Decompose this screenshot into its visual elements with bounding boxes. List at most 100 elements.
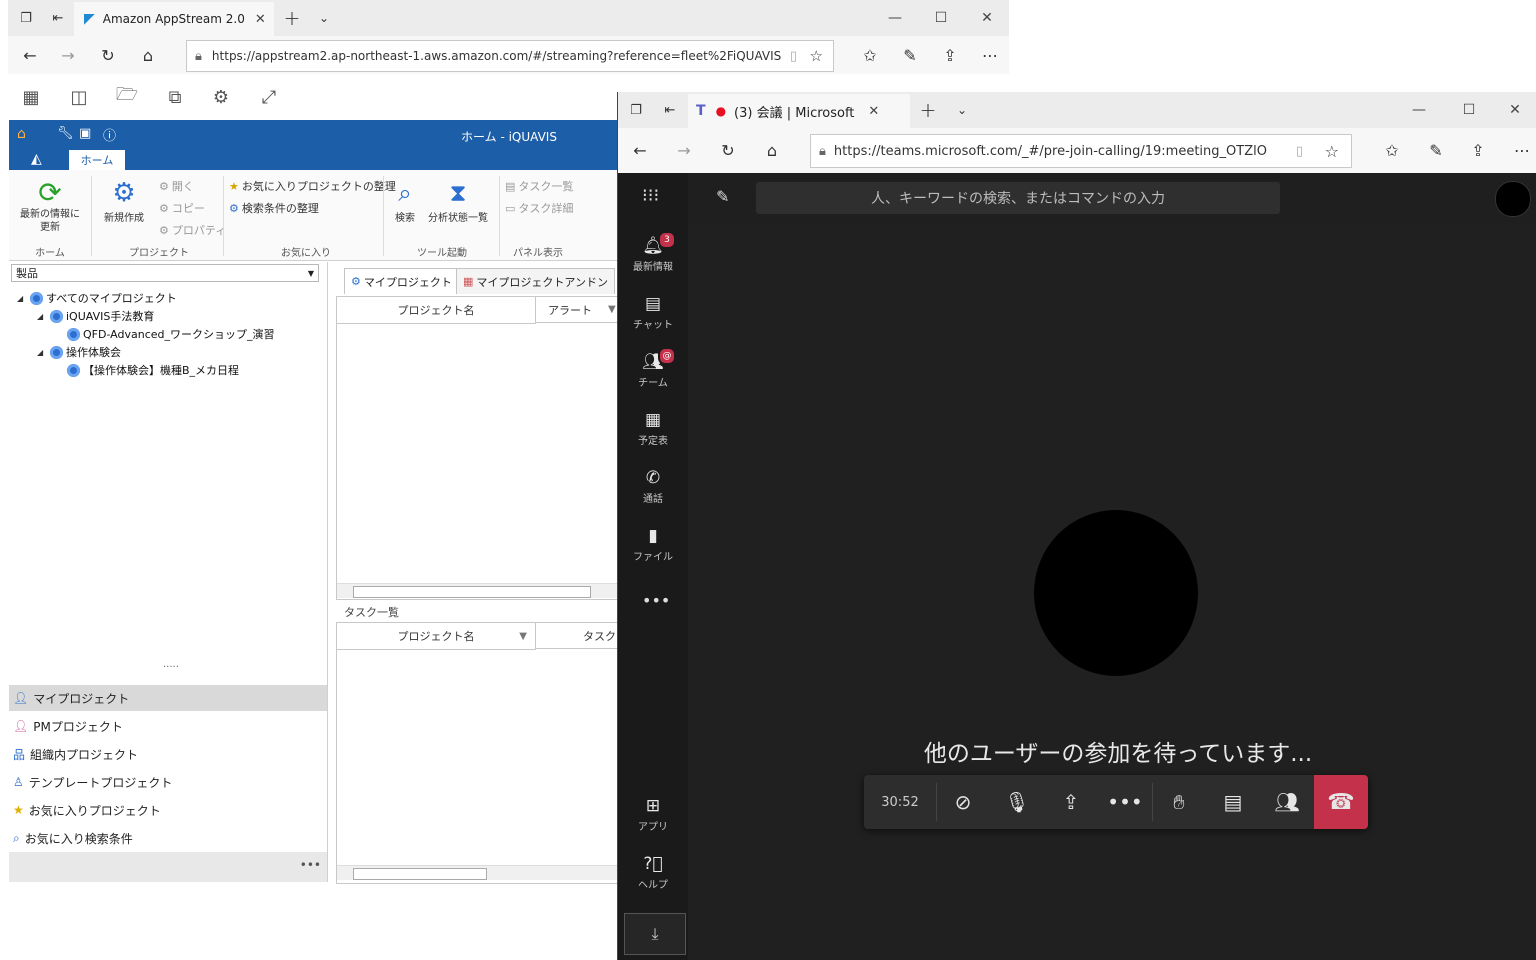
tab-aside-icon[interactable]: ⇤ <box>44 4 72 32</box>
task-list-button[interactable]: ▤ タスク一覧 <box>505 178 573 194</box>
more-apps-icon[interactable]: ••• <box>642 591 670 610</box>
open-button[interactable]: ⚙ 開く <box>159 178 194 194</box>
fav-projects-button[interactable]: ★ お気に入りプロジェクトの整理 <box>229 178 396 194</box>
home-icon[interactable]: ⌂ <box>17 126 26 142</box>
filter-icon[interactable]: ▼ <box>608 304 616 315</box>
more-icon[interactable]: ⋯ <box>1508 136 1536 164</box>
sidebar-item-calendar[interactable]: ▦ 予定表 <box>618 403 688 455</box>
fullscreen-icon[interactable]: ⤢ <box>256 84 282 110</box>
clipboard-icon[interactable]: ⧉ <box>162 84 188 110</box>
analysis-button[interactable]: ⧗ 分析状態一覧 <box>423 178 493 225</box>
forward-icon[interactable]: → <box>54 41 82 69</box>
col-project-name[interactable]: プロジェクト名 <box>337 297 536 324</box>
favorite-star-icon[interactable]: ☆ <box>810 47 823 65</box>
refresh-icon[interactable]: ↻ <box>714 136 742 164</box>
minimize-button[interactable]: — <box>872 0 918 36</box>
expand-icon[interactable]: ◢ <box>37 348 47 357</box>
sidebar-item-files[interactable]: ▮ ファイル <box>618 519 688 571</box>
sidebar-item-teams[interactable]: 👥︎ チーム @ <box>618 345 688 397</box>
new-tab-button[interactable]: + <box>914 96 942 124</box>
share-screen-button[interactable]: ⇪ <box>1044 775 1098 829</box>
back-icon[interactable]: ← <box>16 41 44 69</box>
maximize-button[interactable]: ☐ <box>1446 92 1492 128</box>
tab-my-project-andon[interactable]: ▦ マイプロジェクトアンドン <box>456 268 615 294</box>
expand-icon[interactable]: ◢ <box>17 294 27 303</box>
minimize-button[interactable]: — <box>1396 92 1442 128</box>
scroll-thumb[interactable] <box>353 868 487 880</box>
maximize-button[interactable]: ☐ <box>918 0 964 36</box>
reading-view-icon[interactable]: ▯ <box>1295 143 1303 159</box>
search-conditions-button[interactable]: ⚙ 検索条件の整理 <box>229 200 319 216</box>
forward-icon[interactable]: → <box>670 136 698 164</box>
mic-button[interactable]: 🎙︎ <box>990 775 1044 829</box>
close-icon[interactable]: ✕ <box>868 104 879 119</box>
scroll-thumb[interactable] <box>353 586 591 598</box>
horizontal-scrollbar[interactable] <box>337 865 618 880</box>
tab-aside-icon[interactable]: ⇤ <box>656 96 684 124</box>
folder-icon[interactable]: 🗁︎ <box>114 84 140 110</box>
settings-gear-icon[interactable]: ⚙ <box>208 84 234 110</box>
pen-icon[interactable]: ✎ <box>896 41 924 69</box>
tree-leaf[interactable]: 【操作体験会】機種B_メカ日程 <box>67 362 239 378</box>
nav-template-projects[interactable]: ♙ テンプレートプロジェクト <box>9 769 327 795</box>
share-icon[interactable]: ⇪ <box>936 41 964 69</box>
more-actions-button[interactable]: ••• <box>1098 775 1152 829</box>
col-task[interactable]: タスク <box>536 623 618 649</box>
filter-icon[interactable]: ▼ <box>519 631 527 642</box>
tab-appstream[interactable]: ◤ Amazon AppStream 2.0 ✕ <box>74 2 274 36</box>
raise-hand-button[interactable]: ✋︎ <box>1152 775 1206 829</box>
horizontal-scrollbar[interactable] <box>337 583 618 598</box>
col-alert[interactable]: アラート ▼ <box>536 297 618 323</box>
app-menu-icon[interactable]: ◭ <box>31 151 42 167</box>
nav-pm-projects[interactable]: 👤︎ PMプロジェクト <box>9 713 327 739</box>
nav-fav-search[interactable]: ⌕ お気に入り検索条件 <box>9 825 327 851</box>
category-combo[interactable]: 製品 ▼ <box>11 264 319 282</box>
home-icon[interactable]: ⌂ <box>134 41 162 69</box>
url-field[interactable]: 🔒︎ https://teams.microsoft.com/_#/pre-jo… <box>810 134 1352 168</box>
task-detail-button[interactable]: ▭ タスク詳細 <box>505 200 573 216</box>
nav-fav-projects[interactable]: ★ お気に入りプロジェクト <box>9 797 327 823</box>
sidebar-item-activity[interactable]: 🔔︎ 最新情報 3 <box>618 229 688 281</box>
tree-node[interactable]: ◢ iQUAVIS手法教育 <box>37 308 154 324</box>
splitter-grip-icon[interactable]: ····· <box>163 662 179 673</box>
tree-node[interactable]: ◢ 操作体験会 <box>37 344 121 360</box>
more-icon[interactable]: ⋯ <box>976 41 1004 69</box>
download-app-button[interactable]: ⤓ <box>624 913 686 955</box>
hang-up-button[interactable]: ☎ <box>1314 775 1368 829</box>
compose-icon[interactable]: ✎ <box>716 187 729 206</box>
property-button[interactable]: ⚙ プロパティ <box>159 222 226 238</box>
participants-button[interactable]: 👥︎ <box>1260 775 1314 829</box>
new-tab-button[interactable]: + <box>278 4 306 32</box>
refresh-icon[interactable]: ↻ <box>94 41 122 69</box>
tab-my-projects[interactable]: ⚙ マイプロジェクト <box>344 268 459 294</box>
help-icon[interactable]: ⓘ <box>103 125 116 144</box>
tree-root[interactable]: ◢ すべてのマイプロジェクト <box>17 290 177 306</box>
tools-icon[interactable]: 🔧︎ <box>57 126 74 141</box>
camera-off-button[interactable]: ⊘ <box>936 775 990 829</box>
close-window-button[interactable]: ✕ <box>964 0 1010 36</box>
col-project-name[interactable]: プロジェクト名 ▼ <box>337 623 536 650</box>
favorites-icon[interactable]: ✩ <box>856 41 884 69</box>
copy-button[interactable]: ⚙ コピー <box>159 200 205 216</box>
tab-home[interactable]: ホーム <box>69 150 125 170</box>
chevron-down-icon[interactable]: ⌄ <box>310 4 338 32</box>
favorite-star-icon[interactable]: ☆ <box>1324 141 1339 161</box>
sidebar-item-apps[interactable]: ⊞ アプリ <box>618 789 688 841</box>
sidebar-item-help[interactable]: ?⃝ ヘルプ <box>618 847 688 899</box>
home-icon[interactable]: ⌂ <box>758 136 786 164</box>
chevron-down-icon[interactable]: ⌄ <box>948 96 976 124</box>
chat-button[interactable]: ▤ <box>1206 775 1260 829</box>
sidebar-item-chat[interactable]: ▤ チャット <box>618 287 688 339</box>
sidebar-item-calls[interactable]: ✆ 通話 <box>618 461 688 513</box>
catalog-icon[interactable]: ▦ <box>18 84 44 110</box>
app-launcher-icon[interactable]: ⁝⁝⁝ <box>642 185 659 206</box>
url-field[interactable]: 🔒︎ https://appstream2.ap-northeast-1.aws… <box>186 40 834 72</box>
tab-manager-icon[interactable]: ❐ <box>622 96 650 124</box>
close-icon[interactable]: ✕ <box>255 12 266 27</box>
pen-icon[interactable]: ✎ <box>1422 136 1450 164</box>
screen-icon[interactable]: ▣ <box>79 126 91 141</box>
windows-icon[interactable]: ◫ <box>66 84 92 110</box>
reading-view-icon[interactable]: ▯ <box>790 49 797 64</box>
nav-org-projects[interactable]: 品組織内プロジェクト <box>9 741 327 767</box>
tree-leaf[interactable]: QFD-Advanced_ワークショップ_演習 <box>67 326 275 342</box>
